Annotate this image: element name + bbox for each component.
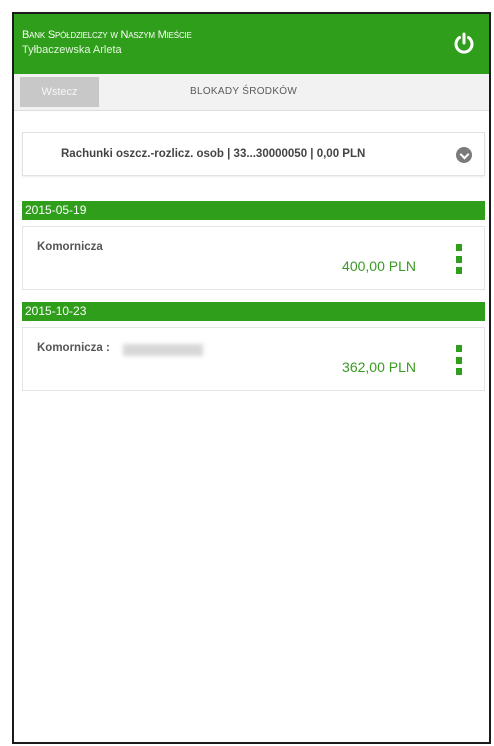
dot <box>456 356 462 364</box>
more-vertical-icon[interactable] <box>456 345 462 375</box>
block-item[interactable]: Komornicza : 362,00 PLN <box>22 327 485 391</box>
dot <box>456 368 462 375</box>
bank-name: Bank Spółdzielczy w Naszym Mieście <box>22 29 192 41</box>
blurred-text <box>123 344 203 356</box>
page-title: Blokady środków <box>190 86 298 97</box>
block-title: Komornicza : <box>37 342 110 354</box>
block-title: Komornicza <box>37 241 103 253</box>
back-button[interactable]: Wstecz <box>20 77 99 107</box>
dot <box>456 244 462 251</box>
block-amount: 362,00 PLN <box>342 359 416 375</box>
app-frame: Bank Spółdzielczy w Naszym Mieście Tyłba… <box>12 12 491 744</box>
dot <box>456 255 462 263</box>
block-item[interactable]: Komornicza 400,00 PLN <box>22 226 485 290</box>
account-selector-value: Rachunki oszcz.-rozlicz. osob | 33...300… <box>61 148 366 160</box>
header: Bank Spółdzielczy w Naszym Mieście Tyłba… <box>14 14 489 74</box>
block-amount: 400,00 PLN <box>342 258 416 274</box>
power-icon <box>454 32 474 54</box>
user-name: Tyłbaczewska Arleta <box>22 44 122 56</box>
date-header: 2015-10-23 <box>22 302 485 321</box>
date-header: 2015-05-19 <box>22 201 485 220</box>
navbar: Wstecz Blokady środków <box>14 74 489 111</box>
dot <box>456 267 462 274</box>
account-selector[interactable]: Rachunki oszcz.-rozlicz. osob | 33...300… <box>22 132 485 176</box>
logout-button[interactable] <box>447 26 481 60</box>
dot <box>456 345 462 352</box>
more-vertical-icon[interactable] <box>456 244 462 274</box>
chevron-down-icon[interactable] <box>456 147 472 163</box>
